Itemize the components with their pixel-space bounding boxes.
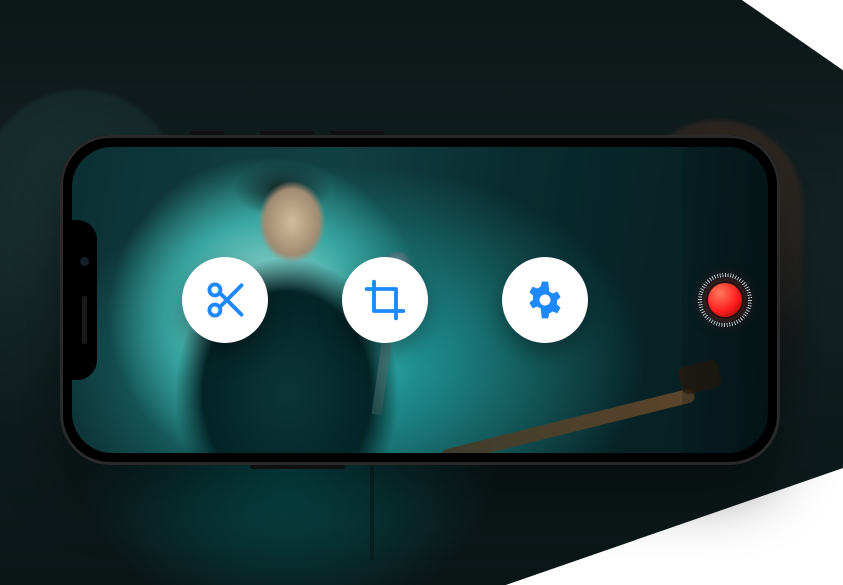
promo-scene <box>0 0 843 585</box>
tool-row <box>182 257 588 343</box>
earpiece <box>82 296 87 344</box>
record-button[interactable] <box>694 269 756 331</box>
phone-button <box>260 131 314 135</box>
scissors-icon <box>203 278 247 322</box>
guitar <box>440 388 696 453</box>
phone-button <box>250 465 345 469</box>
crop-button[interactable] <box>342 257 428 343</box>
front-camera <box>80 257 89 266</box>
gear-icon <box>523 278 567 322</box>
crop-icon <box>363 278 407 322</box>
phone-screen <box>72 147 768 453</box>
phone-button <box>190 131 224 135</box>
phone-button <box>330 131 384 135</box>
phone-device <box>60 135 780 465</box>
cut-button[interactable] <box>182 257 268 343</box>
settings-button[interactable] <box>502 257 588 343</box>
capture-bar <box>682 147 768 453</box>
phone-notch <box>72 220 97 380</box>
record-dial-icon <box>694 269 756 331</box>
